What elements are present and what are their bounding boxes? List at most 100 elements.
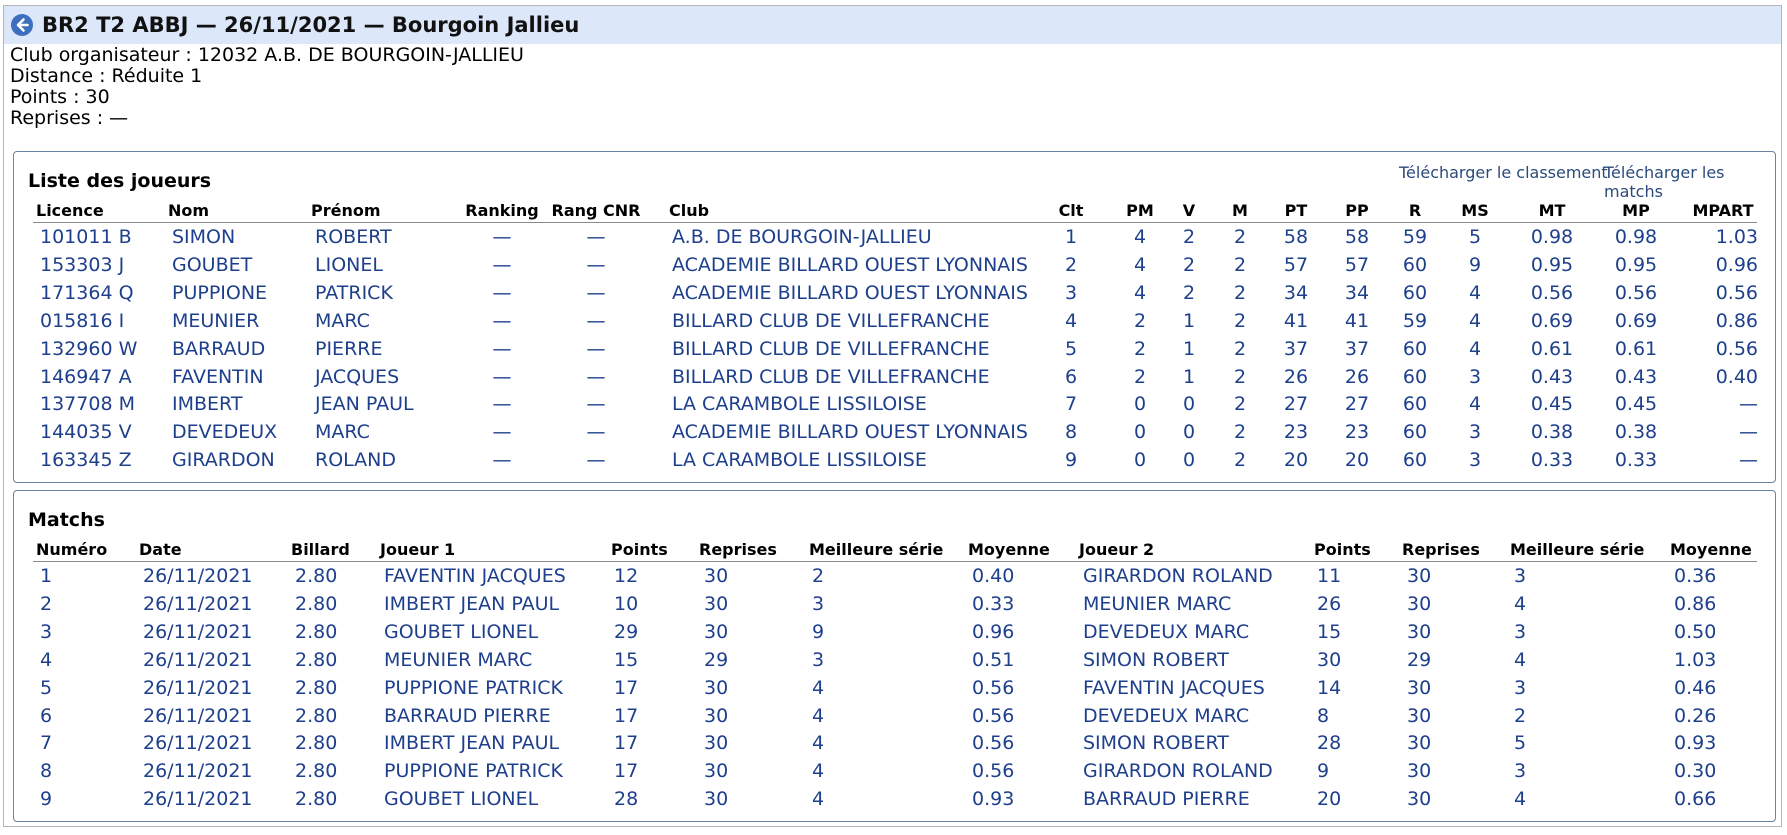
cell-pm: 2 <box>1133 337 1147 360</box>
player-row[interactable]: 137708 M IMBERT JEAN PAUL — — LA CARAMBOLE LI… <box>14 390 1775 418</box>
match-row[interactable]: 2 26/11/2021 2.80 IMBERT JEAN PAUL 10 30 3 0.33… <box>14 590 1775 618</box>
col-header-date: Date <box>139 540 182 559</box>
col-header-m: M <box>1232 201 1248 220</box>
cell-mpart: 0.56 <box>1715 337 1758 360</box>
player-row[interactable]: 146947 A FAVENTIN JACQUES — — BILLARD CLUB DE… <box>14 363 1775 391</box>
cell-meilleure-serie-2: 4 <box>1514 788 1527 811</box>
cell-mpart: — <box>1739 393 1758 416</box>
cell-meilleure-serie-1: 4 <box>812 732 825 755</box>
cell-numero: 8 <box>40 760 53 783</box>
match-row[interactable]: 1 26/11/2021 2.80 FAVENTIN JACQUES 12 30 2 0.40… <box>14 562 1775 590</box>
cell-meilleure-serie-1: 4 <box>812 760 825 783</box>
cell-meilleure-serie-1: 3 <box>812 648 825 671</box>
cell-meilleure-serie-2: 5 <box>1514 732 1527 755</box>
cell-mpart: 1.03 <box>1715 226 1758 248</box>
cell-v: 1 <box>1182 309 1196 332</box>
cell-m: 2 <box>1233 393 1247 416</box>
cell-ms: 4 <box>1468 393 1482 416</box>
match-row[interactable]: 8 26/11/2021 2.80 PUPPIONE PATRICK 17 30 4 0.56… <box>14 757 1775 785</box>
col-header-licence: Licence <box>36 201 104 220</box>
match-row[interactable]: 5 26/11/2021 2.80 PUPPIONE PATRICK 17 30 4 0.56… <box>14 674 1775 702</box>
cell-mpart: — <box>1739 421 1758 444</box>
cell-reprises-2: 30 <box>1407 592 1432 615</box>
cell-m: 2 <box>1233 281 1247 304</box>
cell-licence: 146947 A <box>40 365 132 388</box>
match-row[interactable]: 7 26/11/2021 2.80 IMBERT JEAN PAUL 17 30 4 0.56… <box>14 729 1775 757</box>
cell-billard: 2.80 <box>295 704 338 727</box>
cell-date: 26/11/2021 <box>143 732 253 755</box>
col-header-meilleure-serie-2: Meilleure série <box>1510 540 1645 559</box>
cell-pp: 23 <box>1344 421 1370 444</box>
cell-joueur-1: MEUNIER MARC <box>384 648 533 671</box>
col-header-reprises-2: Reprises <box>1402 540 1480 559</box>
cell-numero: 2 <box>40 592 53 615</box>
match-row[interactable]: 6 26/11/2021 2.80 BARRAUD PIERRE 17 30 4 0.56 DE… <box>14 702 1775 730</box>
cell-pp: 58 <box>1344 226 1370 248</box>
cell-ranking: — <box>492 253 512 276</box>
col-header-moyenne-2: Moyenne <box>1670 540 1752 559</box>
cell-pm: 4 <box>1133 253 1147 276</box>
cell-rang-cnr: — <box>586 421 606 444</box>
cell-joueur-2: DEVEDEUX MARC <box>1083 704 1250 727</box>
cell-billard: 2.80 <box>295 760 338 783</box>
cell-meilleure-serie-1: 2 <box>812 565 825 587</box>
cell-licence: 015816 I <box>40 309 125 332</box>
col-header-nom: Nom <box>168 201 210 220</box>
cell-ranking: — <box>492 365 512 388</box>
cell-m: 2 <box>1233 421 1247 444</box>
cell-numero: 3 <box>40 620 53 643</box>
cell-pm: 2 <box>1133 309 1147 332</box>
cell-date: 26/11/2021 <box>143 676 253 699</box>
cell-moyenne-2: 0.26 <box>1674 704 1717 727</box>
cell-joueur-1: PUPPIONE PATRICK <box>384 760 563 783</box>
cell-reprises-2: 30 <box>1407 704 1432 727</box>
cell-r: 60 <box>1402 337 1428 360</box>
download-ranking-link[interactable]: Télécharger le classement <box>1399 163 1608 182</box>
back-arrow-icon[interactable] <box>10 13 34 37</box>
player-row[interactable]: 163345 Z GIRARDON ROLAND — — LA CARAMBOLE LIS… <box>14 446 1775 474</box>
cell-moyenne-1: 0.40 <box>972 565 1015 587</box>
cell-prenom: ROBERT <box>315 226 392 248</box>
cell-pm: 2 <box>1133 365 1147 388</box>
player-row[interactable]: 015816 I MEUNIER MARC — — BILLARD CLUB DE VIL… <box>14 307 1775 335</box>
cell-v: 0 <box>1182 449 1196 472</box>
col-header-billard: Billard <box>291 540 350 559</box>
cell-ranking: — <box>492 281 512 304</box>
cell-prenom: JEAN PAUL <box>315 393 414 416</box>
col-header-club: Club <box>669 201 710 220</box>
cell-mt: 0.69 <box>1530 309 1574 332</box>
cell-r: 60 <box>1402 393 1428 416</box>
cell-meilleure-serie-1: 3 <box>812 592 825 615</box>
cell-billard: 2.80 <box>295 592 338 615</box>
cell-ranking: — <box>492 309 512 332</box>
player-row[interactable]: 101011 B SIMON ROBERT — — A.B. DE BOURGOIN-JA… <box>14 223 1775 251</box>
cell-club: BILLARD CLUB DE VILLEFRANCHE <box>672 309 990 332</box>
cell-ms: 3 <box>1468 421 1482 444</box>
cell-clt: 3 <box>1064 281 1078 304</box>
match-row[interactable]: 4 26/11/2021 2.80 MEUNIER MARC 15 29 3 0.51 SIMO… <box>14 646 1775 674</box>
player-row[interactable]: 171364 Q PUPPIONE PATRICK — — ACADEMIE BILLAR… <box>14 279 1775 307</box>
col-header-v: V <box>1182 201 1196 220</box>
cell-points-2: 14 <box>1317 676 1342 699</box>
cell-date: 26/11/2021 <box>143 760 253 783</box>
cell-v: 2 <box>1182 281 1196 304</box>
cell-r: 59 <box>1402 226 1428 248</box>
cell-mpart: 0.56 <box>1715 281 1758 304</box>
cell-ranking: — <box>492 226 512 248</box>
reprises-info: Reprises : — <box>10 107 129 129</box>
player-row[interactable]: 132960 W BARRAUD PIERRE — — BILLARD CLUB DE V… <box>14 335 1775 363</box>
cell-ranking: — <box>492 421 512 444</box>
cell-reprises-1: 30 <box>704 592 729 615</box>
player-row[interactable]: 144035 V DEVEDEUX MARC — — ACADEMIE BILLARD O… <box>14 418 1775 446</box>
player-row[interactable]: 153303 J GOUBET LIONEL — — ACADEMIE BILLARD O… <box>14 251 1775 279</box>
cell-reprises-1: 29 <box>704 648 729 671</box>
match-row[interactable]: 9 26/11/2021 2.80 GOUBET LIONEL 28 30 4 0.93 BAR… <box>14 785 1775 813</box>
cell-mp: 0.95 <box>1614 253 1658 276</box>
cell-nom: FAVENTIN <box>172 365 264 388</box>
download-matches-link[interactable]: Télécharger les matchs <box>1604 163 1775 201</box>
cell-v: 0 <box>1182 421 1196 444</box>
match-row[interactable]: 3 26/11/2021 2.80 GOUBET LIONEL 29 30 9 0.96 DEV… <box>14 618 1775 646</box>
cell-meilleure-serie-1: 4 <box>812 788 825 811</box>
cell-points-2: 15 <box>1317 620 1342 643</box>
cell-ranking: — <box>492 337 512 360</box>
